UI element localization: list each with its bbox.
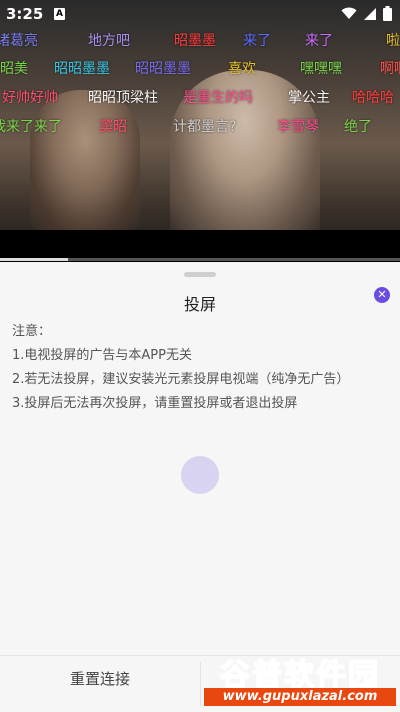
signal-icon bbox=[364, 7, 376, 20]
video-progress-fill bbox=[0, 258, 68, 261]
danmaku-comment: 窦昭 bbox=[99, 119, 127, 135]
wifi-icon bbox=[341, 7, 357, 19]
danmaku-comment: 昭昭墨墨 bbox=[54, 61, 110, 77]
danmaku-comment: 昭昭顶梁柱 bbox=[88, 90, 158, 106]
status-icons bbox=[341, 6, 392, 21]
danmaku-comment: 计都墨言? bbox=[173, 119, 237, 135]
danmaku-comment: 嘿嘿嘿 bbox=[300, 61, 342, 77]
danmaku-comment: 昭美 bbox=[0, 61, 28, 77]
video-frame-figure-left bbox=[30, 90, 140, 230]
notes-heading: 注意： bbox=[12, 324, 52, 339]
note-item: 3.投屏后无法再次投屏，请重置投屏或者退出投屏 bbox=[12, 396, 298, 411]
close-icon[interactable]: ✕ bbox=[374, 287, 390, 303]
footer-divider bbox=[200, 662, 201, 706]
danmaku-comment: 地方吧 bbox=[88, 33, 130, 49]
danmaku-comment: 来了 bbox=[305, 33, 333, 49]
danmaku-comment: 啊啊 bbox=[380, 61, 400, 77]
watermark-url: www.gupuxlazal.com bbox=[204, 688, 396, 706]
danmaku-comment: 诸葛亮 bbox=[0, 33, 38, 49]
danmaku-comment: 李雪琴 bbox=[277, 119, 319, 135]
note-item: 2.若无法投屏，建议安装光元素投屏电视端（纯净无广告） bbox=[12, 372, 350, 387]
danmaku-comment: 我来了来了 bbox=[0, 119, 62, 135]
danmaku-comment: 昭昭墨墨 bbox=[135, 61, 191, 77]
sheet-title: 投屏 bbox=[183, 295, 216, 314]
danmaku-comment: 是重生的吗 bbox=[183, 90, 253, 106]
danmaku-comment: 来了 bbox=[243, 33, 271, 49]
danmaku-comment: 喜欢 bbox=[228, 61, 256, 77]
reset-connection-button[interactable]: 重置连接 bbox=[0, 656, 200, 712]
notification-icon: A bbox=[54, 8, 65, 20]
danmaku-comment: 好帅好帅 bbox=[2, 90, 58, 106]
danmaku-comment: 绝了 bbox=[344, 119, 372, 135]
loading-spinner bbox=[181, 456, 219, 494]
status-bar: 3:25 A bbox=[0, 0, 400, 28]
site-watermark: 谷普软件园 www.gupuxlazal.com bbox=[204, 652, 396, 708]
battery-icon bbox=[383, 6, 392, 21]
note-item: 1.电视投屏的广告与本APP无关 bbox=[12, 348, 192, 363]
video-player[interactable]: 3:25 A 诸葛亮 地方吧 昭墨墨 来了 来了 啦 昭美 昭昭墨墨 昭昭墨墨 … bbox=[0, 0, 400, 262]
cast-bottom-sheet: 投屏 ✕ 注意： 1.电视投屏的广告与本APP无关 2.若无法投屏，建议安装光元… bbox=[0, 262, 400, 712]
drag-handle[interactable] bbox=[184, 272, 216, 277]
notes-list: 注意： 1.电视投屏的广告与本APP无关 2.若无法投屏，建议安装光元素投屏电视… bbox=[12, 320, 349, 416]
danmaku-comment: 掌公主 bbox=[288, 90, 330, 106]
danmaku-comment: 哈哈哈 bbox=[352, 90, 394, 106]
danmaku-comment: 昭墨墨 bbox=[174, 33, 216, 49]
video-progress-bar[interactable] bbox=[0, 258, 400, 261]
status-time: 3:25 bbox=[6, 5, 44, 23]
danmaku-comment: 啦 bbox=[386, 33, 400, 49]
